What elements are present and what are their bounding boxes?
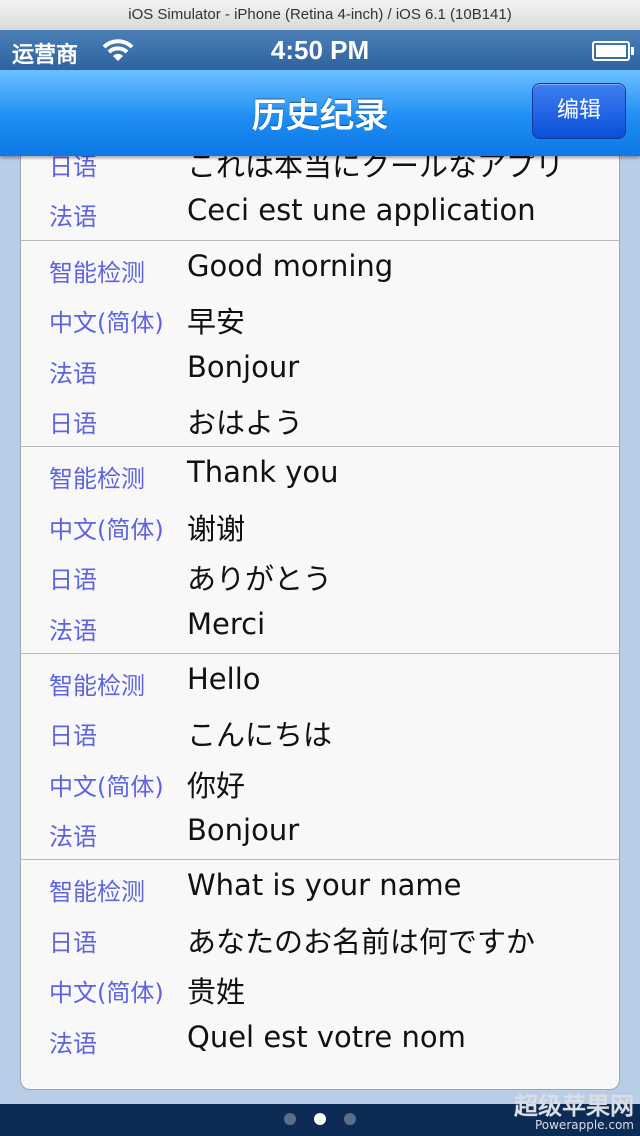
translation-row: 日语 おはよう <box>21 394 619 444</box>
history-entry[interactable]: 智能检测 Thank you 中文(简体) 谢谢 日语 ありがとう 法语 Merci <box>21 447 619 654</box>
status-time: 4:50 PM <box>270 35 370 65</box>
translation-row: 智能检测 What is your name <box>21 862 619 912</box>
translation-row: 智能检测 Thank you <box>21 449 619 499</box>
language-label: 中文(简体) <box>49 515 164 544</box>
language-label: 日语 <box>49 409 97 438</box>
page-dot[interactable] <box>344 1113 356 1125</box>
translation-row: 法语 Bonjour <box>21 807 619 857</box>
language-label: 智能检测 <box>49 878 145 907</box>
translation-text: 谢谢 <box>187 511 246 546</box>
language-label: 法语 <box>49 823 97 852</box>
bottom-bar: 超级苹果网 Powerapple.com <box>0 1094 640 1136</box>
language-label: 法语 <box>49 616 97 645</box>
history-entry[interactable]: 智能检测 Good morning 中文(简体) 早安 法语 Bonjour 日语 おは… <box>21 241 619 448</box>
history-entry[interactable]: 日语 これは本当にクールなアプリ 法语 Ceci est une applicati… <box>21 156 619 241</box>
translation-row: 法语 Ceci est une application <box>21 187 619 237</box>
translation-row: 中文(简体) 早安 <box>21 293 619 343</box>
language-label: 中文(简体) <box>49 309 164 338</box>
page-dot-active[interactable] <box>314 1113 326 1125</box>
translation-row: 日语 ありがとう <box>21 550 619 600</box>
translation-text: Hello <box>187 661 261 696</box>
history-list: 日语 これは本当にクールなアプリ 法语 Ceci est une applicati… <box>20 156 620 1090</box>
history-list-container[interactable]: 日语 これは本当にクールなアプリ 法语 Ceci est une applicati… <box>0 156 640 1104</box>
language-label: 中文(简体) <box>49 772 164 801</box>
language-label: 法语 <box>49 359 97 388</box>
translation-row: 日语 あなたのお名前は何ですか <box>21 913 619 963</box>
translation-text: Bonjour <box>187 349 300 384</box>
translation-text: Quel est votre nom <box>187 1019 466 1054</box>
translation-text: 贵姓 <box>187 975 246 1010</box>
language-label: 法语 <box>49 203 97 232</box>
translation-text: ありがとう <box>187 562 333 597</box>
translation-text: あなたのお名前は何ですか <box>187 924 536 959</box>
translation-text: こんにちは <box>187 718 333 753</box>
translation-text: Thank you <box>187 455 339 490</box>
history-entry[interactable]: 智能检测 Hello 日语 こんにちは 中文(简体) 你好 法语 Bonjour <box>21 654 619 861</box>
translation-row: 智能检测 Good morning <box>21 243 619 293</box>
translation-text: これは本当にクールなアプリ <box>187 156 565 183</box>
language-label: 智能检测 <box>49 258 145 287</box>
language-label: 智能检测 <box>49 465 145 494</box>
translation-text: Merci <box>187 606 266 641</box>
translation-row: 法语 Merci <box>21 601 619 651</box>
language-label: 日语 <box>49 722 97 751</box>
translation-row: 中文(简体) 你好 <box>21 757 619 807</box>
translation-row: 日语 これは本当にクールなアプリ <box>21 156 619 187</box>
language-label: 日语 <box>49 156 97 181</box>
language-label: 日语 <box>49 928 97 957</box>
translation-text: Good morning <box>187 248 394 283</box>
translation-row: 中文(简体) 谢谢 <box>21 500 619 550</box>
language-label: 日语 <box>49 566 97 595</box>
translation-text: Bonjour <box>187 813 300 848</box>
translation-row: 中文(简体) 贵姓 <box>21 963 619 1013</box>
translation-text: Ceci est une application <box>187 193 536 228</box>
translation-row: 日语 こんにちは <box>21 706 619 756</box>
language-label: 智能检测 <box>49 671 145 700</box>
edit-button[interactable]: 编辑 <box>532 83 626 139</box>
translation-text: おはよう <box>187 405 304 440</box>
translation-text: What is your name <box>187 868 462 903</box>
simulator-window-title: iOS Simulator - iPhone (Retina 4-inch) /… <box>0 0 640 31</box>
translation-row: 法语 Quel est votre nom <box>21 1014 619 1064</box>
battery-icon <box>592 41 634 61</box>
page-dot[interactable] <box>284 1113 296 1125</box>
watermark-main: 超级苹果网 <box>514 1092 634 1120</box>
translation-row: 智能检测 Hello <box>21 656 619 706</box>
translation-text: 你好 <box>187 768 246 803</box>
translation-row: 法语 Bonjour <box>21 344 619 394</box>
language-label: 中文(简体) <box>49 979 164 1008</box>
language-label: 法语 <box>49 1029 97 1058</box>
history-entry[interactable]: 智能检测 What is your name 日语 あなたのお名前は何ですか 中文(… <box>21 860 619 1066</box>
status-bar: 运营商 4:50 PM <box>0 30 640 70</box>
watermark-logo: 超级苹果网 Powerapple.com <box>514 1094 634 1132</box>
navigation-bar: 历史纪录 编辑 <box>0 70 640 156</box>
translation-text: 早安 <box>187 305 246 340</box>
watermark-sub: Powerapple.com <box>534 1118 634 1132</box>
